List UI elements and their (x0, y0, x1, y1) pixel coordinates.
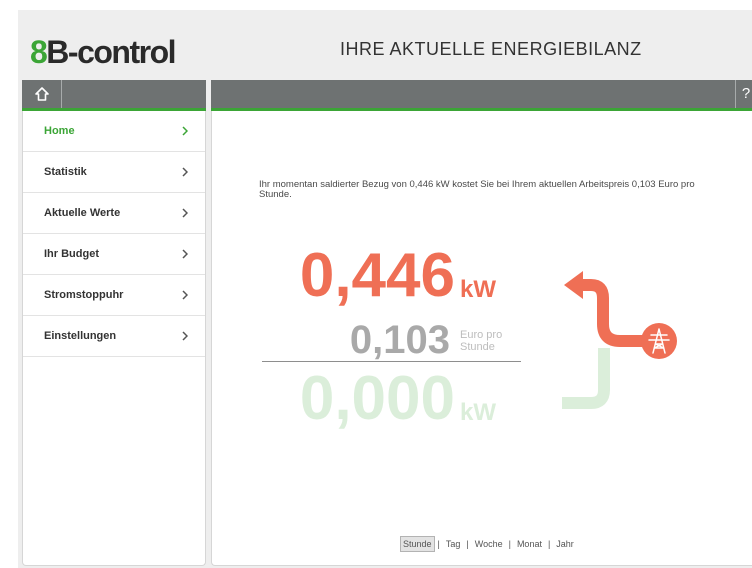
chevron-right-icon (182, 208, 188, 218)
sidebar-item-aktuelle-werte[interactable]: Aktuelle Werte (23, 193, 205, 234)
sidebar-item-label: Home (44, 125, 75, 137)
help-button[interactable]: ? (735, 80, 752, 108)
sidebar: Home Statistik Aktuelle Werte Ihr Budget… (22, 111, 206, 566)
consumption-value: 0,446 (299, 241, 455, 310)
logo: 8B-control (30, 34, 176, 70)
balance-description: Ihr momentan saldierter Bezug von 0,446 … (259, 179, 695, 200)
period-option-tag[interactable]: Tag (443, 536, 464, 552)
consumption-unit: kW (460, 276, 496, 303)
feed-in-value: 0,000 (299, 364, 455, 433)
period-option-monat[interactable]: Monat (514, 536, 545, 552)
chevron-right-icon (182, 290, 188, 300)
sidebar-item-label: Statistik (44, 166, 87, 178)
home-icon (34, 87, 49, 101)
period-separator: | (547, 539, 551, 549)
home-button[interactable] (22, 80, 62, 108)
chevron-right-icon (182, 167, 188, 177)
sidebar-item-ihr-budget[interactable]: Ihr Budget (23, 234, 205, 275)
sidebar-item-label: Stromstoppuhr (44, 289, 124, 301)
chevron-right-icon (182, 126, 188, 136)
energy-flow-diagram (562, 271, 677, 409)
period-separator: | (437, 539, 440, 549)
period-separator: | (466, 539, 469, 549)
period-option-jahr[interactable]: Jahr (553, 536, 577, 552)
period-option-stunde[interactable]: Stunde (400, 536, 435, 552)
main-toolbar: ? (211, 80, 752, 111)
sidebar-toolbar (22, 80, 206, 111)
price-unit: Euro pro Stunde (460, 329, 503, 353)
logo-text: B-control (46, 34, 176, 70)
period-selector: Stunde | Tag | Woche | Monat | Jahr (400, 536, 577, 552)
period-separator: | (508, 539, 511, 549)
sidebar-item-home[interactable]: Home (23, 111, 205, 152)
chevron-right-icon (182, 331, 188, 341)
sidebar-item-statistik[interactable]: Statistik (23, 152, 205, 193)
consumption-arrow-head (564, 271, 583, 299)
sidebar-item-stromstoppuhr[interactable]: Stromstoppuhr (23, 275, 205, 316)
period-option-woche[interactable]: Woche (472, 536, 506, 552)
consumption-flow-arrow (578, 279, 650, 347)
chevron-right-icon (182, 249, 188, 259)
feed-in-unit: kW (460, 399, 496, 426)
page-title: IHRE AKTUELLE ENERGIEBILANZ (340, 39, 642, 59)
sidebar-item-label: Aktuelle Werte (44, 207, 121, 219)
price-value: 0,103 (349, 318, 450, 362)
logo-mark: 8 (30, 34, 48, 70)
sidebar-item-label: Einstellungen (44, 330, 117, 342)
sidebar-item-einstellungen[interactable]: Einstellungen (23, 316, 205, 357)
feed-in-flow-line (562, 348, 610, 409)
value-divider (262, 361, 521, 362)
sidebar-item-label: Ihr Budget (44, 248, 99, 260)
